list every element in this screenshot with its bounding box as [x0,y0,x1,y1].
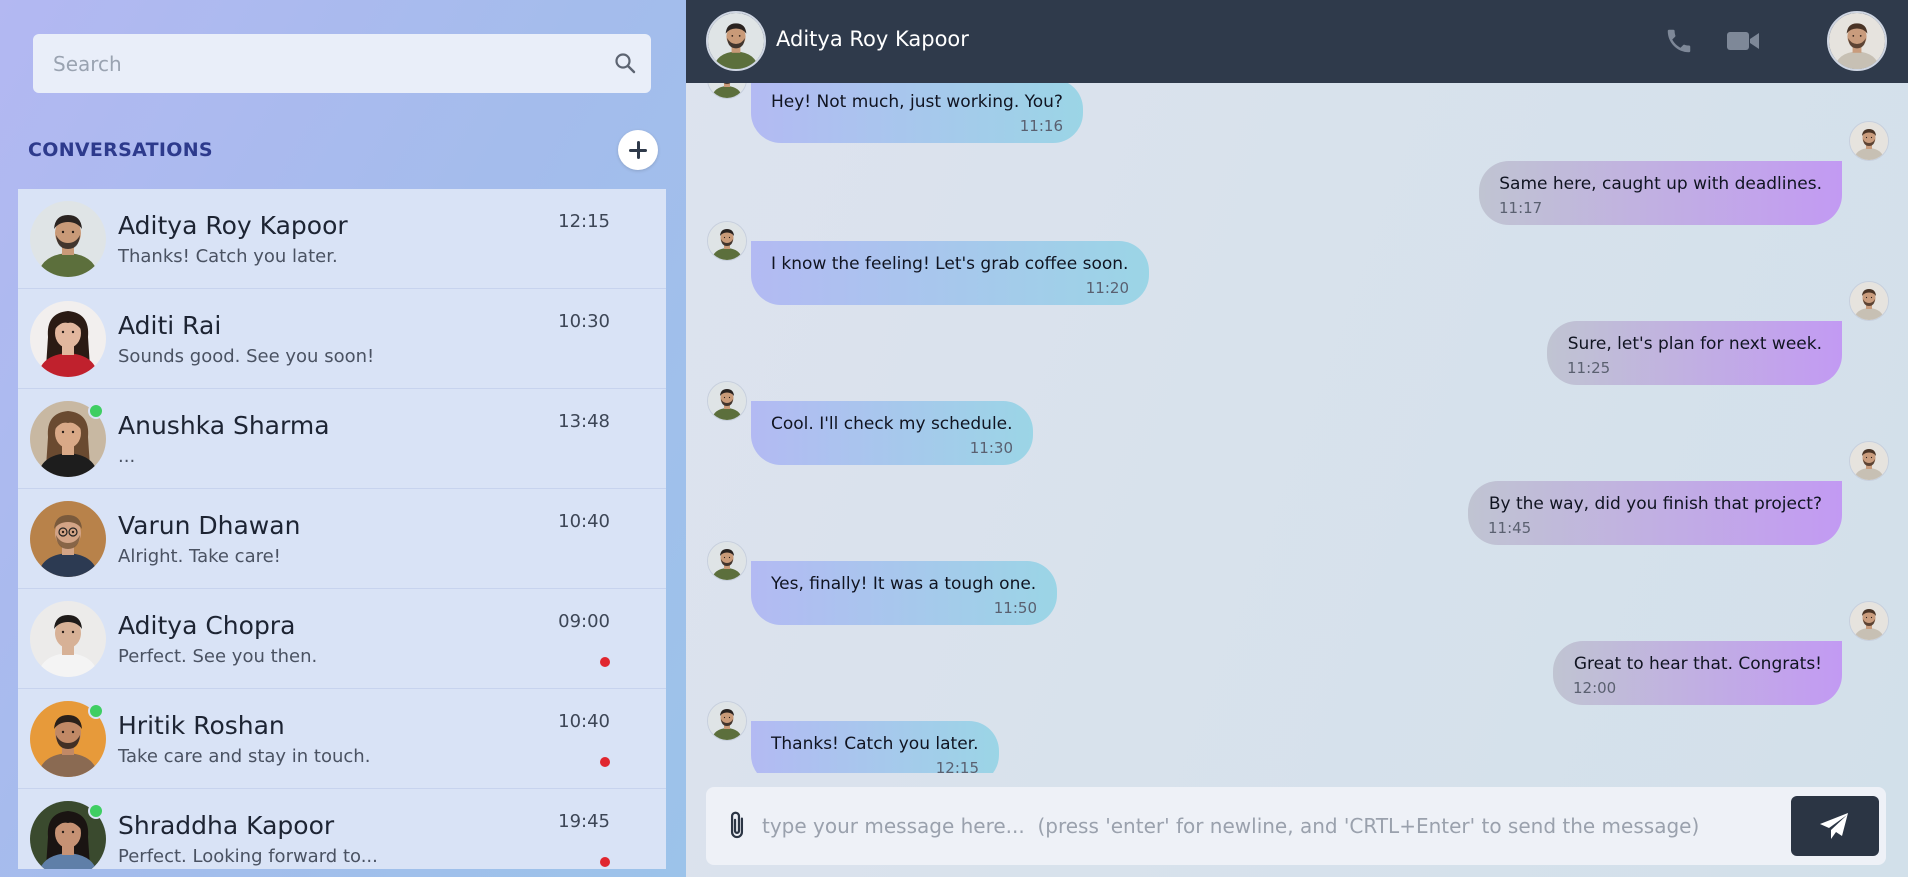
unread-indicator [600,757,610,767]
sidebar: CONVERSATIONS Aditya Roy Kapoor 12:15 Than… [0,0,686,877]
message-avatar [1849,441,1889,481]
online-status-dot [88,803,104,819]
message-avatar [707,83,747,99]
message-text: Same here, caught up with deadlines. [1499,174,1822,194]
conversation-time: 12:15 [558,211,610,232]
message-composer [706,787,1886,865]
conversation-time: 13:48 [558,411,610,432]
message-avatar [1849,281,1889,321]
online-status-dot [88,403,104,419]
search-icon[interactable] [613,51,637,75]
outgoing-message: By the way, did you finish that project?… [1468,481,1842,545]
conversation-name: Aditya Chopra [118,611,296,640]
message-text: Thanks! Catch you later. [771,734,979,754]
conversation-time: 09:00 [558,611,610,632]
conversation-item[interactable]: Aditya Chopra 09:00 Perfect. See you then. [18,589,666,689]
unread-indicator [600,657,610,667]
message-time: 11:16 [1019,117,1063,135]
message-avatar [707,541,747,581]
incoming-message: Hey! Not much, just working. You? 11:16 [751,83,1083,143]
conversation-list: Aditya Roy Kapoor 12:15 Thanks! Catch you … [18,189,666,869]
contact-name: Aditya Roy Kapoor [776,27,969,51]
new-conversation-button[interactable] [618,130,658,170]
message-text: By the way, did you finish that project? [1488,494,1822,514]
conversations-title: CONVERSATIONS [28,139,213,161]
conversation-time: 10:40 [558,511,610,532]
conversation-time: 10:30 [558,311,610,332]
search-box [33,34,651,93]
conversation-time: 19:45 [558,811,610,832]
send-button[interactable] [1791,796,1879,856]
conversation-preview: Perfect. Looking forward to... [118,846,378,867]
send-icon [1820,813,1848,839]
incoming-message: Cool. I'll check my schedule. 11:30 [751,401,1033,465]
conversation-preview: Sounds good. See you soon! [118,346,375,367]
phone-icon[interactable] [1664,26,1694,56]
message-time: 11:30 [969,439,1013,457]
conversation-preview: Perfect. See you then. [118,646,318,667]
message-time: 11:17 [1499,199,1543,217]
conversation-item[interactable]: Shraddha Kapoor 19:45 Perfect. Looking for… [18,789,666,869]
message-time: 12:00 [1573,679,1617,697]
message-time: 11:50 [993,599,1037,617]
conversation-item[interactable]: Anushka Sharma 13:48... [18,389,666,489]
unread-indicator [600,857,610,867]
outgoing-message: Same here, caught up with deadlines. 11:1… [1479,161,1842,225]
message-avatar [707,221,747,261]
message-input[interactable] [758,787,1758,865]
outgoing-message: Sure, let's plan for next week. 11:25 [1547,321,1842,385]
message-avatar [1849,121,1889,161]
message-time: 11:20 [1085,279,1129,297]
online-status-dot [88,703,104,719]
conversation-name: Anushka Sharma [118,411,330,440]
message-text: I know the feeling! Let's grab coffee so… [771,254,1129,274]
message-text: Great to hear that. Congrats! [1573,654,1822,674]
outgoing-message: Great to hear that. Congrats! 12:00 [1553,641,1842,705]
message-avatar [707,701,747,741]
conversation-preview: Take care and stay in touch. [118,746,371,767]
message-time: 11:45 [1488,519,1532,537]
conversation-name: Shraddha Kapoor [118,811,335,840]
avatar [30,201,106,277]
message-text: Sure, let's plan for next week. [1567,334,1822,354]
conversation-preview: Thanks! Catch you later. [118,246,338,267]
conversation-name: Varun Dhawan [118,511,301,540]
avatar [30,501,106,577]
message-avatar [707,381,747,421]
chat-panel: Hey! Not much, just working. You? 11:16 Sa… [686,0,1908,877]
conversation-preview: Alright. Take care! [118,546,281,567]
message-text: Yes, finally! It was a tough one. [771,574,1037,594]
conversation-item[interactable]: Aditi Rai 10:30 Sounds good. See you soon! [18,289,666,389]
conversation-name: Hritik Roshan [118,711,285,740]
contact-avatar[interactable] [706,11,766,71]
conversations-header: CONVERSATIONS [28,130,658,170]
conversation-time: 10:40 [558,711,610,732]
incoming-message: Thanks! Catch you later. 12:15 [751,721,999,773]
conversation-name: Aditi Rai [118,311,222,340]
user-avatar[interactable] [1827,11,1887,71]
message-text: Cool. I'll check my schedule. [771,414,1013,434]
incoming-message: I know the feeling! Let's grab coffee so… [751,241,1149,305]
avatar [30,601,106,677]
message-text: Hey! Not much, just working. You? [771,92,1063,112]
chat-header: Aditya Roy Kapoor [686,0,1908,83]
conversation-item[interactable]: Aditya Roy Kapoor 12:15 Thanks! Catch you … [18,189,666,289]
conversation-item[interactable]: Varun Dhawan 10:40 Alright. Take care! [18,489,666,589]
video-icon[interactable] [1726,27,1760,55]
avatar [30,301,106,377]
paperclip-icon[interactable] [722,810,752,842]
message-time: 11:25 [1567,359,1611,377]
message-list: Hey! Not much, just working. You? 11:16 Sa… [686,83,1908,773]
incoming-message: Yes, finally! It was a tough one. 11:50 [751,561,1057,625]
conversation-item[interactable]: Hritik Roshan 10:40 Take care and stay in … [18,689,666,789]
message-avatar [1849,601,1889,641]
conversation-name: Aditya Roy Kapoor [118,211,348,240]
message-time: 12:15 [935,759,979,773]
search-input[interactable] [33,34,651,93]
conversation-preview: ... [118,446,136,467]
